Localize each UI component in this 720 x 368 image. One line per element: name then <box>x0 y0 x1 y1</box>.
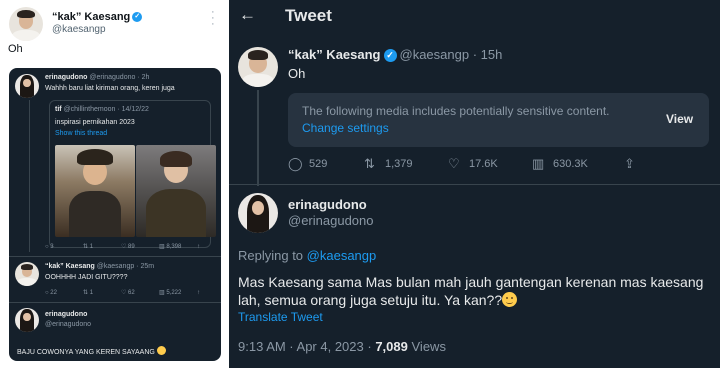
reply1-header: erinagudono @erinagudono · 2h <box>45 74 150 81</box>
wedding-photo-bride <box>55 145 135 237</box>
divider <box>9 256 221 257</box>
views-icon: ▥ <box>532 156 545 171</box>
views-count: 7,089 <box>375 339 408 354</box>
sensitive-text: The following media includes potentially… <box>302 104 610 118</box>
views-button[interactable]: ▥ 630.3K <box>532 156 588 172</box>
kaesang-avatar-small <box>15 262 39 286</box>
change-settings-link[interactable]: Change settings <box>302 121 389 135</box>
translate-tweet-link[interactable]: Translate Tweet <box>238 310 323 324</box>
like-icon: ♡ <box>448 156 460 171</box>
tweet-detail-view: ← Tweet “kak” Kaesang ✓ @kaesangp · 15h Oh… <box>229 0 720 368</box>
wedding-photo-groom <box>136 145 216 237</box>
tweet-text: Oh <box>288 66 306 81</box>
reply3-handle: @erinagudono <box>45 321 92 328</box>
page-title: Tweet <box>285 6 332 25</box>
erina-avatar-small <box>15 308 39 332</box>
embedded-thread-image: erinagudono @erinagudono · 2h Wahhh baru… <box>9 68 221 361</box>
kaesang-avatar[interactable] <box>238 47 278 87</box>
sensitive-media-warning: The following media includes potentially… <box>288 93 709 147</box>
tweet-text: Oh <box>8 43 23 55</box>
reply-author-name[interactable]: erinagudono <box>288 197 367 212</box>
tweet-author[interactable]: “kak” Kaesang ✓ @kaesangp · 15h <box>288 47 502 63</box>
verified-badge-icon: ✓ <box>383 49 397 63</box>
quote-text: inspirasi pernikahan 2023 <box>55 119 135 126</box>
author-name[interactable]: “kak” Kaesang ✓ <box>52 11 143 23</box>
smile-emoji-icon <box>502 292 518 307</box>
reply-text: Mas Kaesang sama Mas bulan mah jauh gant… <box>238 274 704 308</box>
reply3-text: BAJU COWONYA YANG KEREN SAYAANG <box>17 346 166 356</box>
reply2-header: “kak” Kaesang @kaesangp · 25m <box>45 263 155 270</box>
divider <box>9 302 221 303</box>
reply2-text: OOHHHH JADI GITU???? <box>45 274 128 281</box>
share-icon: ⇪ <box>624 156 635 171</box>
header: ← Tweet <box>229 0 720 32</box>
thread-line <box>257 90 259 186</box>
thread-line <box>29 100 30 252</box>
kaesang-avatar[interactable] <box>9 7 43 41</box>
like-button[interactable]: ♡ 17.6K <box>448 156 498 172</box>
erina-avatar <box>15 74 39 98</box>
reply-button[interactable]: ◯ 529 <box>288 156 327 172</box>
erina-avatar[interactable] <box>238 193 278 233</box>
reply1-text: Wahhh baru liat kiriman orang, keren jug… <box>45 85 175 92</box>
retweet-button[interactable]: ⇅ 1,379 <box>364 156 413 172</box>
share-button[interactable]: ⇪ <box>624 156 645 172</box>
tweet-meta: 9:13 AM · Apr 4, 2023 · 7,089 Views <box>238 339 446 354</box>
show-thread-link: Show this thread <box>55 130 108 137</box>
more-icon[interactable]: · · · <box>211 7 215 30</box>
replying-to-link[interactable]: @kaesangp <box>307 248 377 263</box>
retweet-icon: ⇅ <box>364 156 375 171</box>
left-tweet-screenshot: “kak” Kaesang ✓ @kaesangp · · · Oh erinagud… <box>0 0 229 368</box>
reply-icon: ◯ <box>288 156 303 171</box>
author-handle[interactable]: @kaesangp <box>52 24 106 35</box>
divider <box>229 184 720 185</box>
quote-header: tif @chillinthemoon · 14/12/22 <box>55 106 149 113</box>
quoted-tweet: tif @chillinthemoon · 14/12/22 inspirasi… <box>49 100 216 248</box>
reply2-actions: ○ 22 ⇅ 1 ♡ 62 ▥ 5,222 ↑ <box>45 290 200 296</box>
verified-badge-icon: ✓ <box>132 12 143 23</box>
back-arrow-icon[interactable]: ← <box>239 5 256 25</box>
view-button[interactable]: View <box>666 112 693 126</box>
tweet-actions: ◯ 529 ⇅ 1,379 ♡ 17.6K ▥ 630.3K ⇪ <box>288 156 708 174</box>
reply3-name: erinagudono <box>45 311 88 318</box>
replying-to: Replying to @kaesangp <box>238 248 377 263</box>
reply-author-handle[interactable]: @erinagudono <box>288 213 373 228</box>
reply1-actions: ○ 3 ⇅ 1 ♡ 89 ▥ 8,398 ↑ <box>45 244 200 250</box>
smile-emoji-icon <box>156 346 166 355</box>
